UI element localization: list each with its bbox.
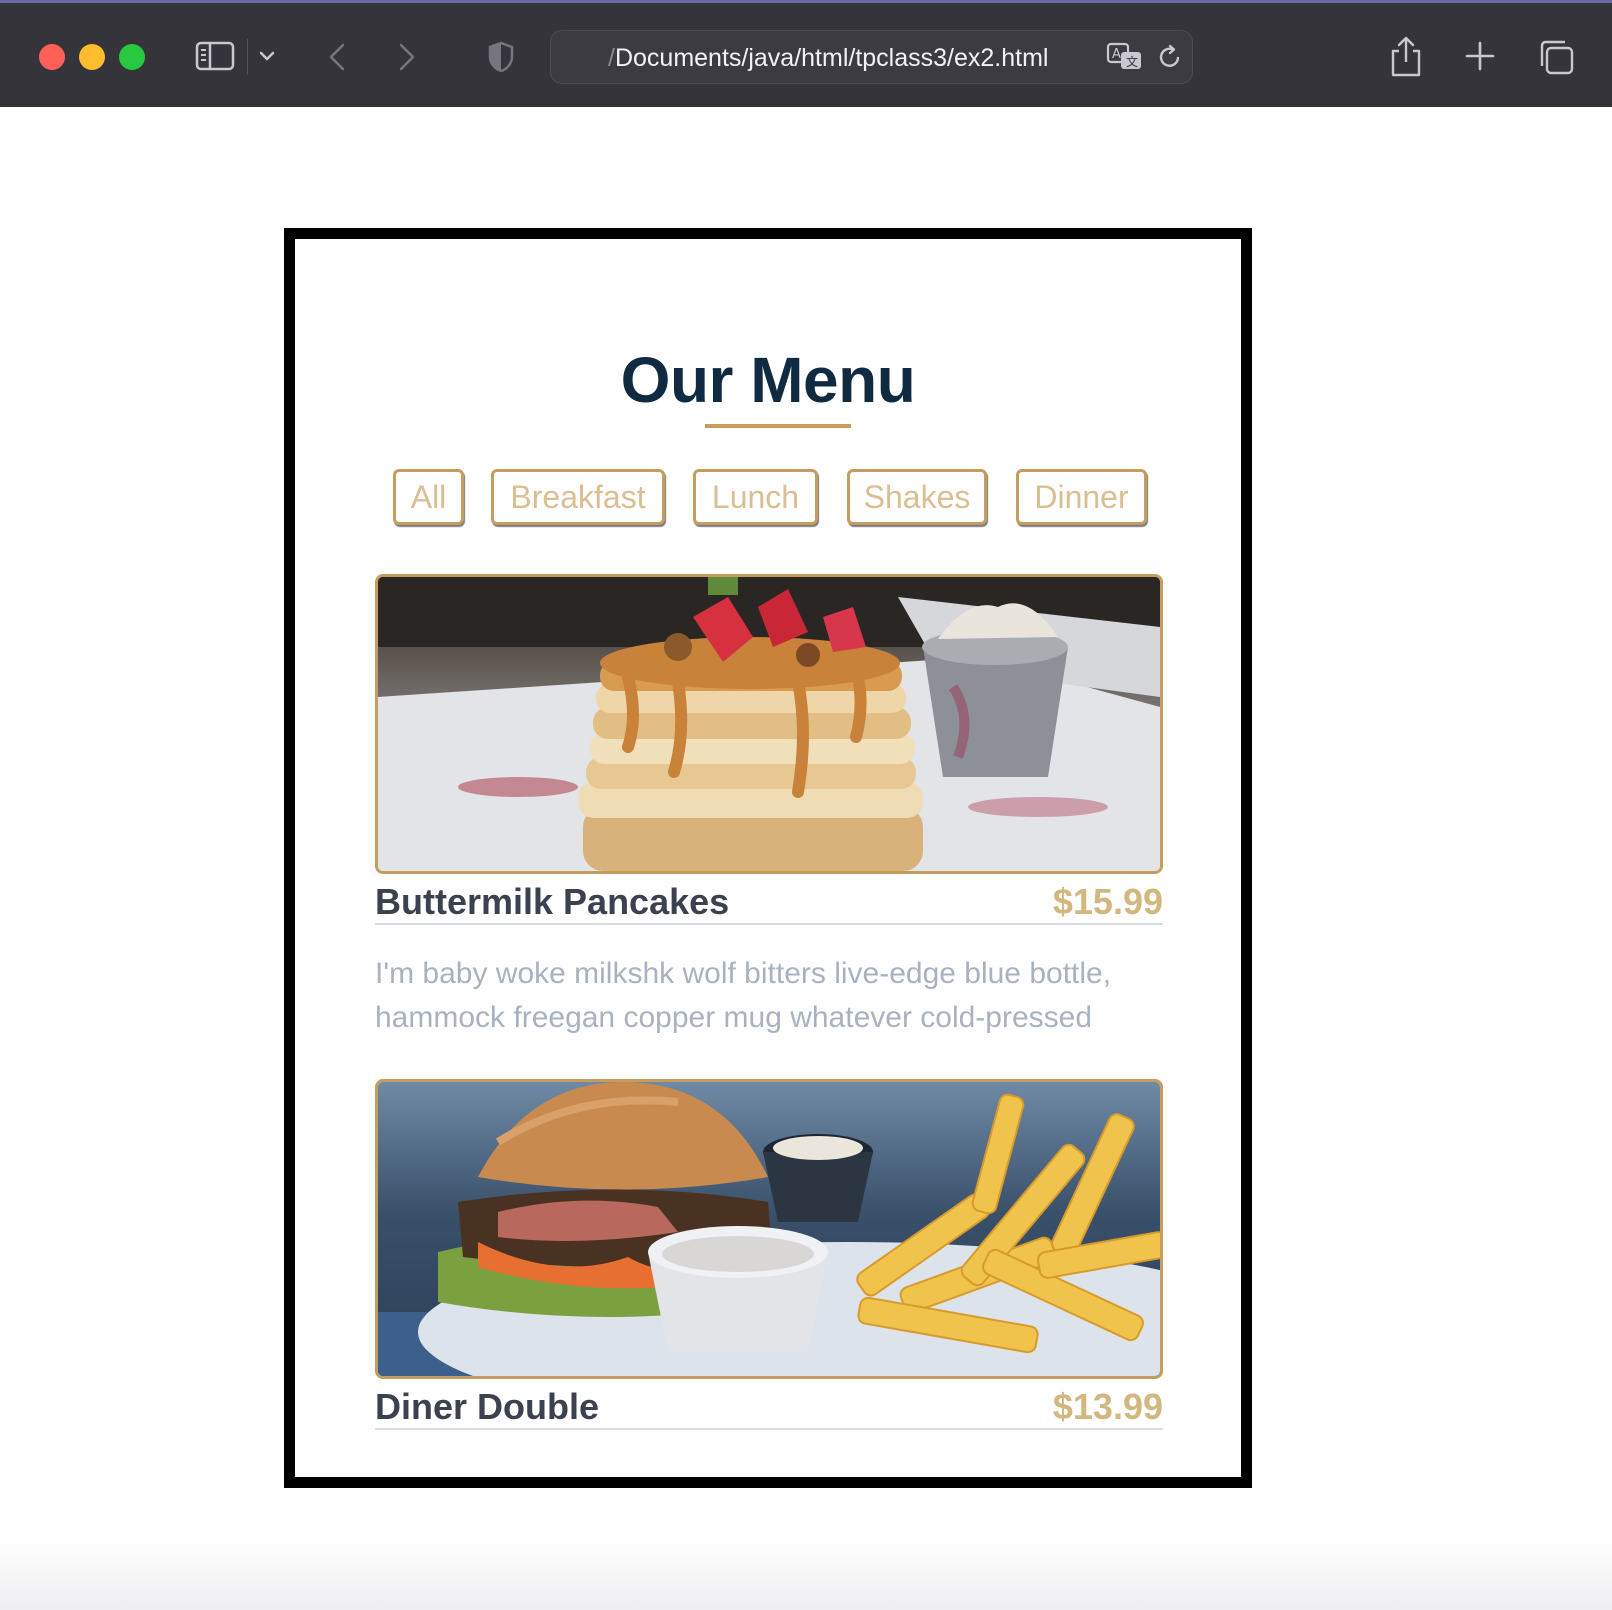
- page-bottom-edge: [0, 1535, 1612, 1610]
- menu-item: Buttermilk Pancakes $15.99 I'm baby woke…: [375, 574, 1163, 1034]
- pancake-stack-photo: [375, 574, 1163, 874]
- share-icon[interactable]: [1386, 33, 1426, 79]
- toolbar-divider: [247, 39, 248, 75]
- filter-all-button[interactable]: All: [393, 469, 464, 525]
- item-name: Buttermilk Pancakes: [375, 881, 730, 922]
- title-underline: [705, 424, 851, 428]
- filter-breakfast-button[interactable]: Breakfast: [491, 469, 665, 525]
- filter-lunch-button[interactable]: Lunch: [693, 469, 818, 525]
- url-text[interactable]: /Documents/java/html/tpclass3/ex2.html: [608, 44, 1098, 72]
- filter-dinner-button[interactable]: Dinner: [1016, 469, 1147, 525]
- item-price: $13.99: [1052, 1386, 1163, 1427]
- close-window-button[interactable]: [39, 44, 65, 70]
- item-name: Diner Double: [375, 1386, 600, 1427]
- svg-text:文: 文: [1126, 54, 1138, 69]
- svg-text:A: A: [1112, 47, 1121, 62]
- item-header: Diner Double $13.99: [375, 1384, 1163, 1430]
- minimize-window-button[interactable]: [79, 44, 105, 70]
- item-price: $15.99: [1052, 881, 1163, 922]
- privacy-shield-icon[interactable]: [484, 39, 518, 75]
- address-bar[interactable]: /Documents/java/html/tpclass3/ex2.html: [550, 30, 1193, 84]
- url-path: Documents/java/html/tpclass3/ex2.html: [614, 44, 1049, 72]
- menu-container: Our Menu All Breakfast Lunch Shakes Dinn…: [284, 228, 1252, 1488]
- reload-icon[interactable]: [1155, 41, 1185, 73]
- new-tab-plus-icon[interactable]: [1461, 37, 1499, 75]
- item-header: Buttermilk Pancakes $15.99: [375, 879, 1163, 925]
- menu-item: Diner Double $13.99: [375, 1079, 1163, 1439]
- burger-and-fries-photo: [375, 1079, 1163, 1379]
- forward-arrow-icon[interactable]: [390, 39, 424, 75]
- chevron-down-icon[interactable]: [256, 43, 278, 69]
- item-description: I'm baby woke milkshk wolf bitters live-…: [375, 957, 1112, 1034]
- tab-overview-icon[interactable]: [1535, 36, 1577, 78]
- browser-toolbar: /Documents/java/html/tpclass3/ex2.html A…: [0, 0, 1612, 107]
- filter-shakes-button[interactable]: Shakes: [847, 469, 987, 525]
- zoom-window-button[interactable]: [119, 44, 145, 70]
- sidebar-toggle-icon[interactable]: [193, 39, 237, 73]
- filter-button-group: All Breakfast Lunch Shakes Dinner: [295, 469, 1241, 525]
- page-title: Our Menu: [620, 344, 916, 416]
- back-arrow-icon[interactable]: [320, 39, 354, 75]
- translate-icon[interactable]: A文: [1105, 41, 1145, 73]
- url-prefix: /: [608, 44, 615, 72]
